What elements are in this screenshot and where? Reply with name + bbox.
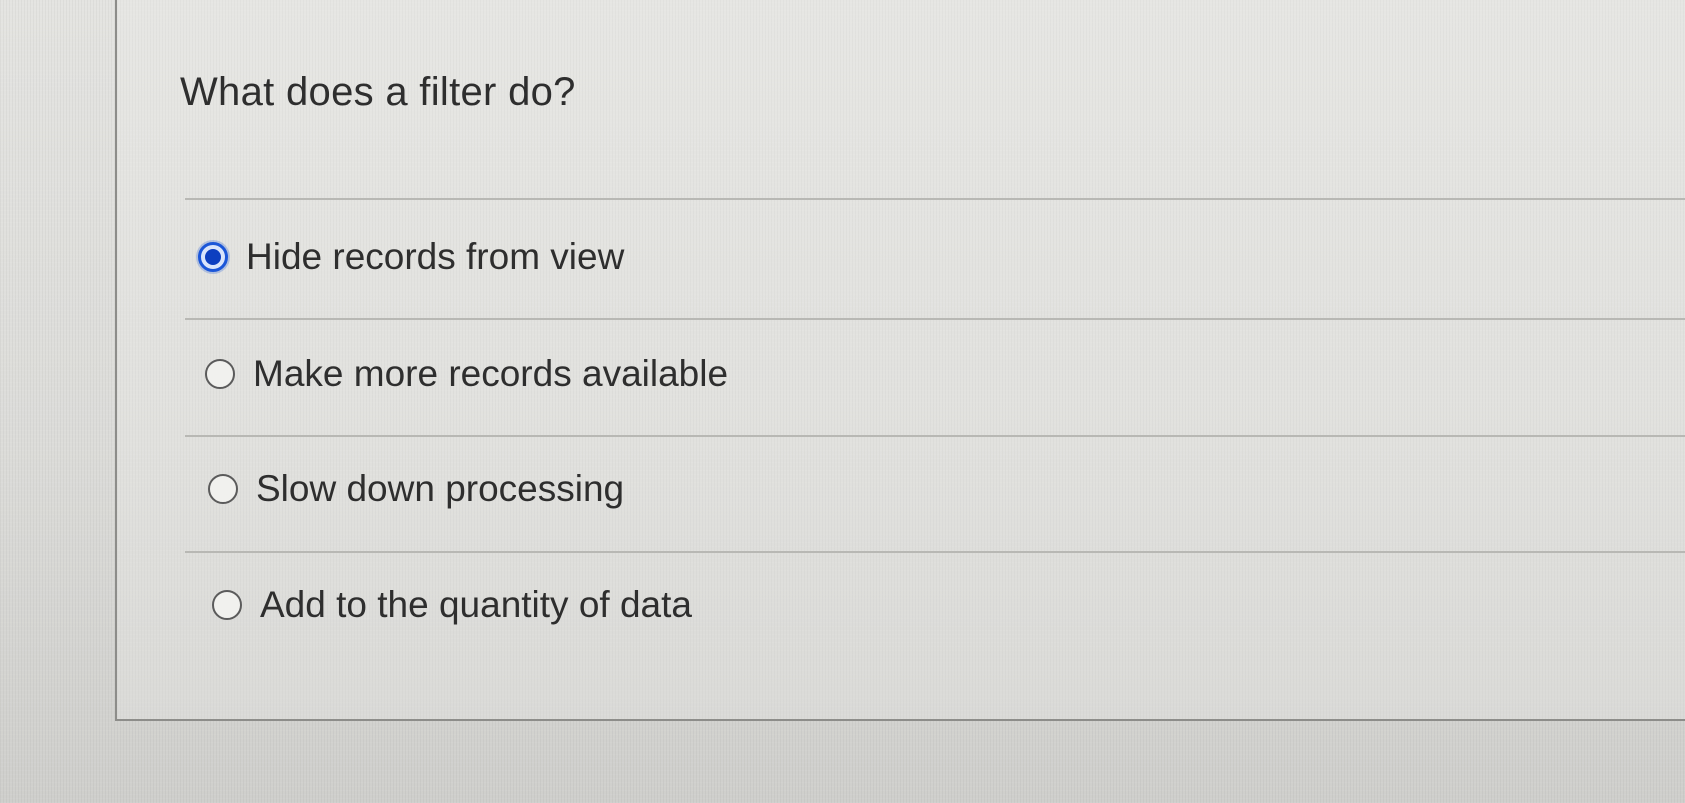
answer-option-2[interactable]: Make more records available bbox=[205, 349, 728, 399]
radio-unchecked-icon[interactable] bbox=[208, 474, 238, 504]
answer-label: Add to the quantity of data bbox=[260, 584, 692, 625]
question-text: What does a filter do? bbox=[180, 70, 576, 114]
screen-background: What does a filter do? Hide records from… bbox=[0, 0, 1685, 803]
answer-option-4[interactable]: Add to the quantity of data bbox=[212, 580, 692, 630]
answer-label: Slow down processing bbox=[256, 468, 625, 509]
radio-dot bbox=[205, 249, 221, 265]
answer-label: Hide records from view bbox=[246, 236, 625, 277]
divider bbox=[185, 435, 1685, 437]
divider bbox=[185, 551, 1685, 553]
answer-label: Make more records available bbox=[253, 353, 729, 394]
answer-option-1[interactable]: Hide records from view bbox=[198, 232, 624, 282]
divider bbox=[185, 198, 1685, 200]
radio-unchecked-icon[interactable] bbox=[212, 590, 242, 620]
answer-option-3[interactable]: Slow down processing bbox=[208, 464, 624, 514]
divider bbox=[185, 318, 1685, 320]
radio-checked-icon[interactable] bbox=[198, 242, 228, 272]
radio-unchecked-icon[interactable] bbox=[205, 359, 235, 389]
